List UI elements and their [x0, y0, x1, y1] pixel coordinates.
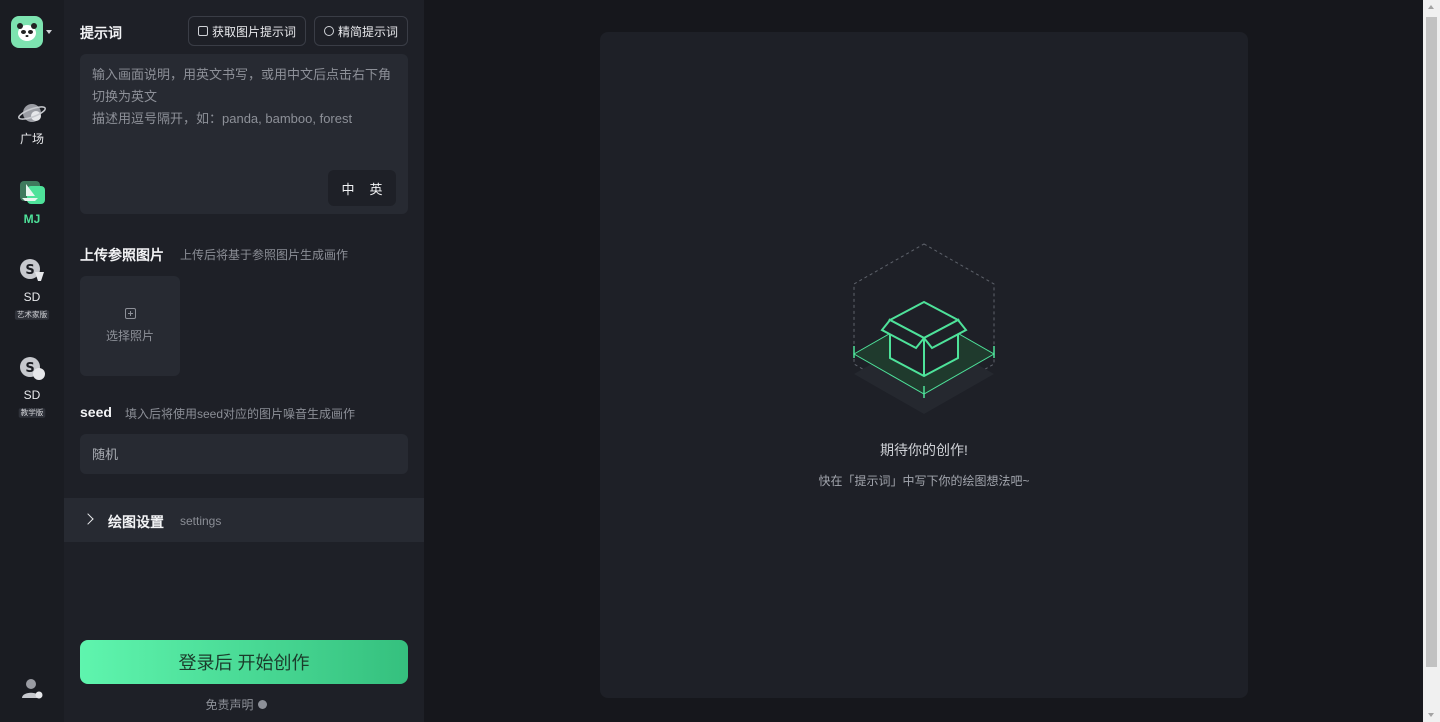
settings-subtitle: settings	[180, 514, 222, 528]
lang-zh-button[interactable]: 中	[341, 179, 354, 198]
upload-photo-button[interactable]: 选择照片	[80, 276, 180, 376]
nav-label-sd-artist: SD	[23, 290, 41, 304]
nav-label-sd-teaching: SD	[23, 388, 41, 402]
empty-box-icon	[852, 243, 996, 414]
sparkle-icon	[324, 26, 334, 36]
lang-en-button[interactable]: 英	[369, 179, 382, 198]
disclaimer-label: 免责声明	[205, 698, 254, 712]
seed-input[interactable]	[80, 434, 408, 474]
settings-title: 绘图设置	[108, 514, 164, 530]
scroll-up-arrow-icon[interactable]	[1428, 5, 1434, 9]
scroll-thumb[interactable]	[1426, 17, 1437, 667]
panda-logo-icon[interactable]	[11, 16, 43, 48]
add-image-icon	[124, 308, 136, 319]
get-image-prompt-label: 获取图片提示词	[212, 24, 297, 39]
nav-label-mj: MJ	[23, 212, 41, 226]
simplify-prompt-button[interactable]: 精简提示词	[314, 16, 409, 46]
creation-panel: 提示词 获取图片提示词 精简提示词 中 英 上传参照图片 上传后将基于参照图片生…	[64, 0, 424, 722]
upload-title: 上传参照图片	[80, 247, 164, 263]
scroll-down-arrow-icon[interactable]	[1428, 713, 1434, 717]
empty-state-title: 期待你的创作!	[880, 442, 968, 458]
language-toggle[interactable]: 中 英	[328, 170, 396, 206]
nav-tag-teaching: 教学版	[18, 408, 46, 418]
seed-title: seed	[80, 404, 112, 420]
chevron-right-icon	[82, 513, 94, 525]
nav-tag-artist: 艺术家版	[14, 310, 50, 320]
svg-text:S: S	[25, 263, 34, 278]
chevron-down-icon[interactable]	[46, 30, 52, 34]
mj-sail-icon	[20, 181, 45, 204]
upload-select-label: 选择照片	[105, 329, 154, 343]
nav-item-mj[interactable]: MJ	[0, 178, 64, 226]
simplify-prompt-label: 精简提示词	[338, 24, 399, 39]
sd-artist-icon: S	[20, 259, 44, 281]
nav-item-sd-artist[interactable]: S SD 艺术家版	[0, 256, 64, 322]
get-image-prompt-button[interactable]: 获取图片提示词	[188, 16, 307, 46]
left-nav-rail: 广场 MJ S SD 艺术家版 S SD 教学版	[0, 0, 64, 722]
sd-teaching-icon: S	[20, 357, 45, 380]
prompt-input-container: 中 英	[80, 54, 408, 214]
planet-icon	[18, 104, 46, 122]
drawing-settings-toggle[interactable]: 绘图设置 settings	[64, 498, 424, 542]
nav-label-plaza: 广场	[19, 132, 44, 146]
prompt-title: 提示词	[80, 25, 122, 41]
nav-item-sd-teaching[interactable]: S SD 教学版	[0, 354, 64, 420]
page-scrollbar[interactable]	[1423, 0, 1440, 722]
info-icon	[257, 700, 267, 709]
seed-subtitle: 填入后将使用seed对应的图片噪音生成画作	[125, 407, 356, 421]
result-canvas: 期待你的创作! 快在「提示词」中写下你的绘图想法吧~	[600, 32, 1248, 698]
disclaimer-link[interactable]: 免责声明	[64, 696, 408, 713]
user-avatar-icon[interactable]	[20, 676, 44, 700]
image-scan-icon	[198, 26, 208, 36]
nav-item-plaza[interactable]: 广场	[0, 98, 64, 146]
login-start-create-button[interactable]: 登录后 开始创作	[80, 640, 408, 684]
upload-subtitle: 上传后将基于参照图片生成画作	[180, 248, 349, 262]
empty-state-subtitle: 快在「提示词」中写下你的绘图想法吧~	[818, 474, 1030, 488]
